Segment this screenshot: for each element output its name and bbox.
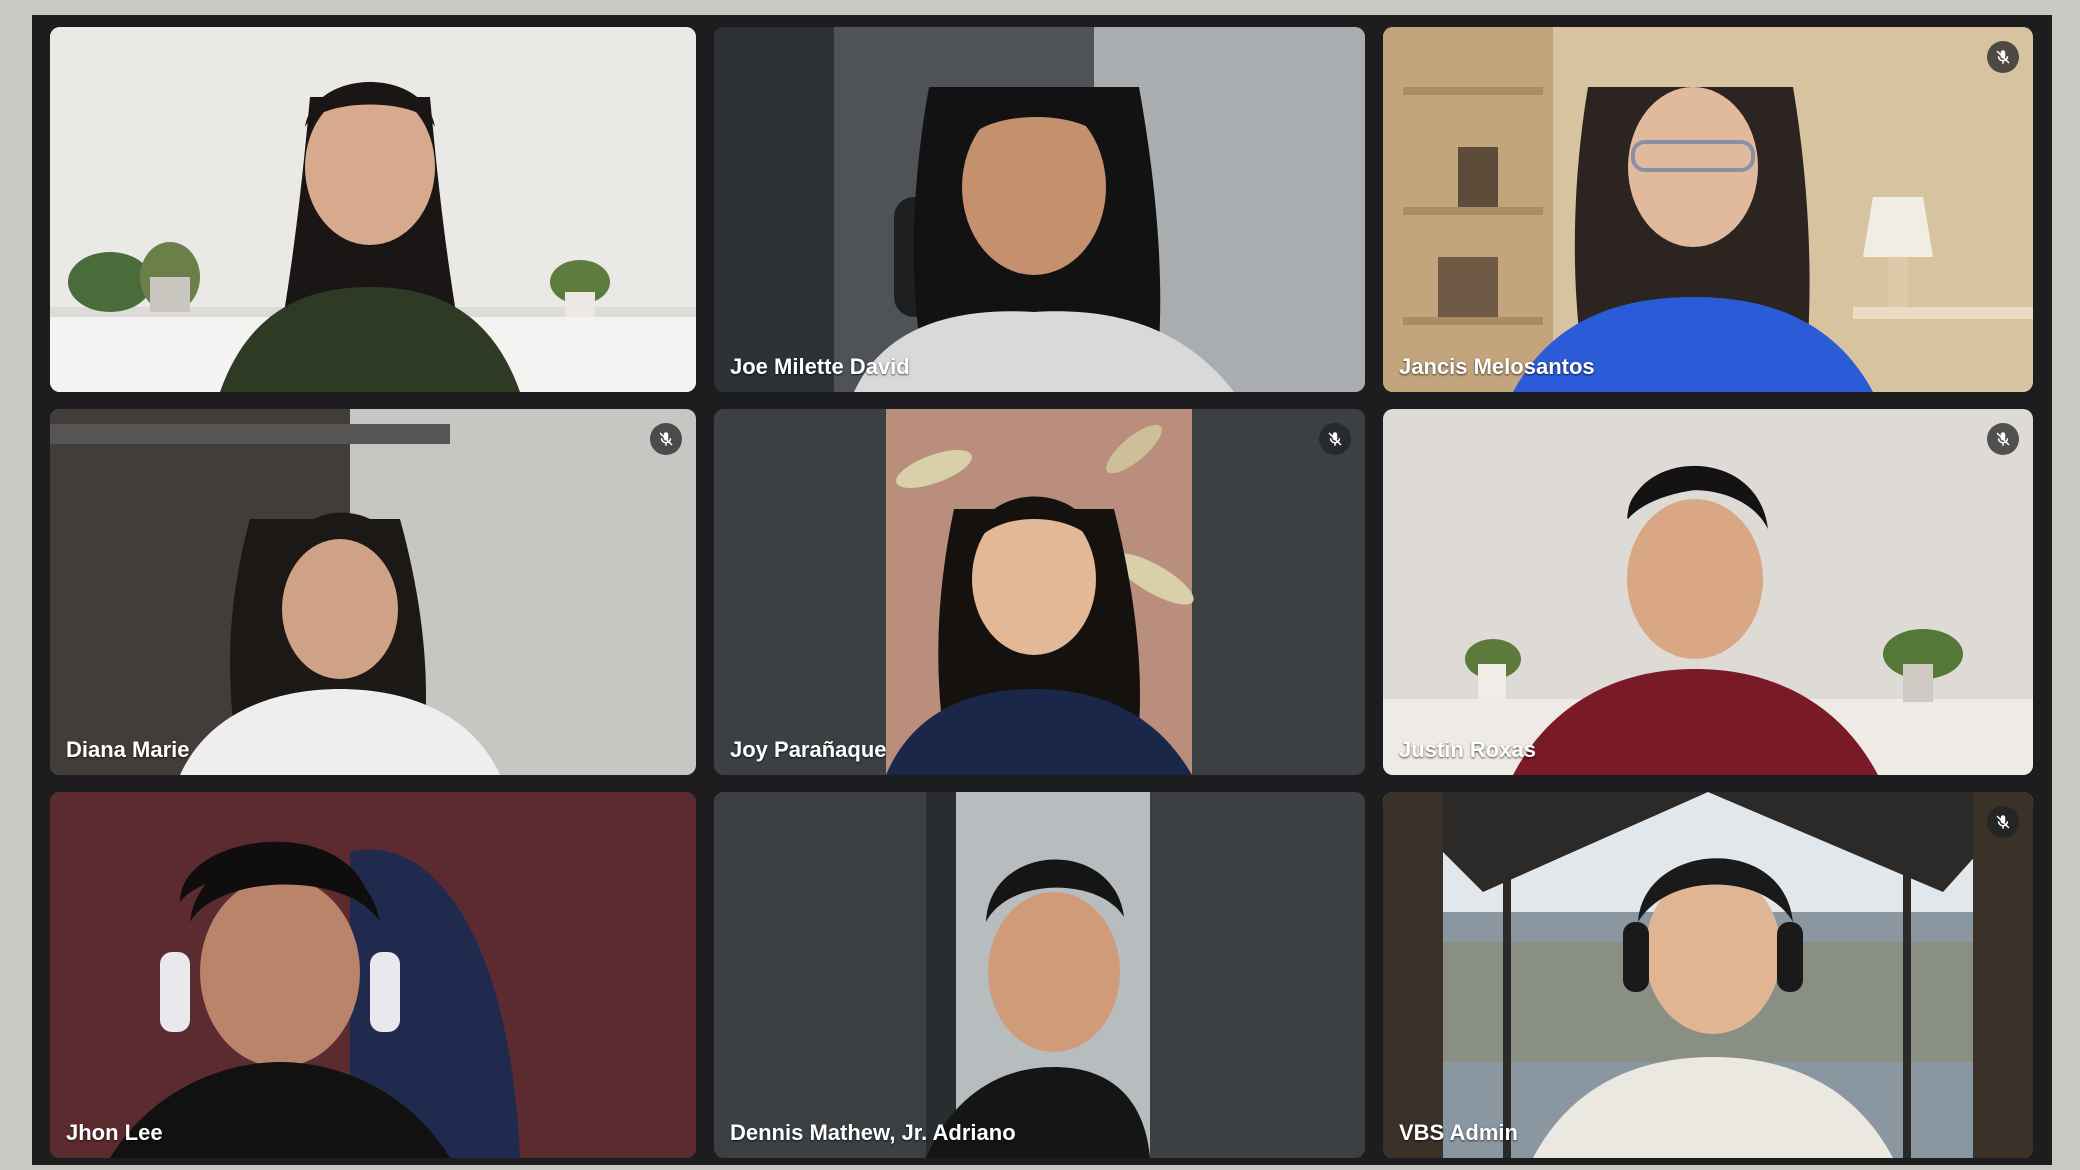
participant-name: Joe Milette David	[730, 354, 910, 379]
participant-tile-3[interactable]: Jancis Melosantos	[1383, 27, 2033, 392]
participant-name: Diana Marie	[66, 737, 190, 762]
video-feed	[50, 792, 696, 1158]
participant-tile-8[interactable]: Dennis Mathew, Jr. Adriano	[714, 792, 1365, 1158]
participant-tile-2[interactable]: Joe Milette David	[714, 27, 1365, 392]
video-feed	[1383, 409, 2033, 775]
participant-tile-9[interactable]: VBS Admin	[1383, 792, 2033, 1158]
video-feed	[714, 409, 1365, 775]
participant-name: Dennis Mathew, Jr. Adriano	[730, 1120, 1016, 1145]
meeting-window: Joe Milette David Jancis Melosantos Dian…	[32, 15, 2052, 1165]
mic-off-icon	[650, 423, 682, 455]
video-feed	[1383, 27, 2033, 392]
video-feed	[50, 409, 696, 775]
participant-name: Joy Parañaque	[730, 737, 887, 762]
participant-tile-6[interactable]: Justin Roxas	[1383, 409, 2033, 775]
video-feed	[714, 792, 1365, 1158]
participant-tile-1[interactable]	[50, 27, 696, 392]
participant-grid: Joe Milette David Jancis Melosantos Dian…	[50, 27, 2035, 1159]
participant-tile-5[interactable]: Joy Parañaque	[714, 409, 1365, 775]
participant-name: Jancis Melosantos	[1399, 354, 1595, 379]
participant-name: Justin Roxas	[1399, 737, 1536, 762]
participant-name: Jhon Lee	[66, 1120, 163, 1145]
mic-off-icon	[1987, 806, 2019, 838]
participant-tile-7[interactable]: Jhon Lee	[50, 792, 696, 1158]
mic-off-icon	[1987, 41, 2019, 73]
mic-off-icon	[1319, 423, 1351, 455]
video-feed	[50, 27, 696, 392]
video-feed	[1383, 792, 2033, 1158]
participant-tile-4[interactable]: Diana Marie	[50, 409, 696, 775]
participant-name: VBS Admin	[1399, 1120, 1518, 1145]
video-feed	[714, 27, 1365, 392]
mic-off-icon	[1987, 423, 2019, 455]
